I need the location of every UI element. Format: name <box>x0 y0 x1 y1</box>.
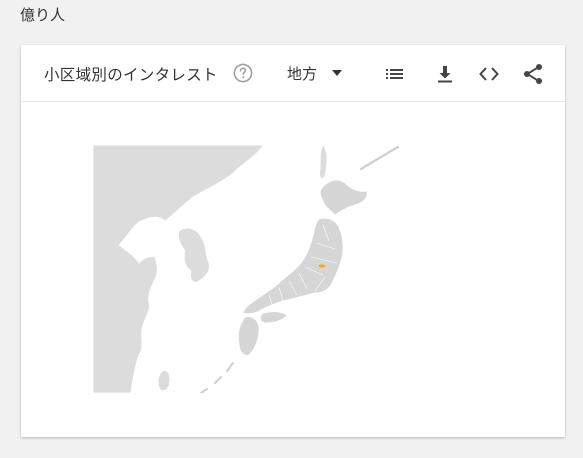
card-header: 小区域別のインタレスト 地方 <box>21 45 565 102</box>
card-title: 小区域別のインタレスト <box>44 66 218 84</box>
taiwan <box>157 370 171 391</box>
kyushu <box>237 316 260 356</box>
resolution-label: 地方 <box>287 64 318 83</box>
kuril-islands <box>359 145 400 171</box>
mainland-asia <box>93 145 264 393</box>
caret-down-icon <box>332 70 343 76</box>
japan-region-map <box>93 145 400 393</box>
download-icon[interactable] <box>433 62 457 86</box>
hokkaido <box>319 179 368 216</box>
interest-by-subregion-card: 小区域別のインタレスト 地方 <box>21 45 565 437</box>
ryukyu-islands <box>200 362 234 393</box>
share-icon[interactable] <box>521 62 545 86</box>
help-circle-icon[interactable] <box>233 63 253 83</box>
resolution-select[interactable]: 地方 <box>287 59 343 87</box>
page-title: 億り人 <box>20 6 66 24</box>
korea <box>178 227 210 283</box>
honshu <box>242 217 344 315</box>
code-icon[interactable] <box>477 62 501 86</box>
sakhalin <box>319 145 328 179</box>
shikoku <box>259 311 288 324</box>
highlighted-region[interactable] <box>318 264 326 268</box>
list-icon[interactable] <box>383 62 407 86</box>
